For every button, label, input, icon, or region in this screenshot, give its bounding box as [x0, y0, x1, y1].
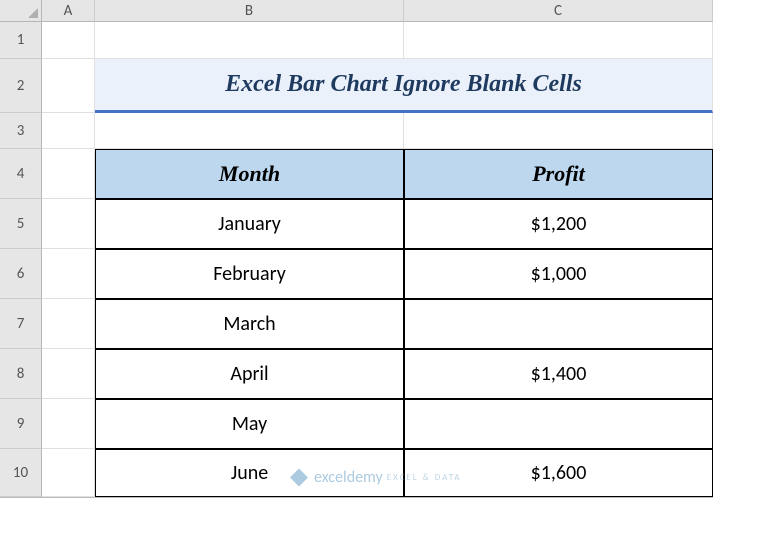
row-header-6[interactable]: 6 [0, 249, 42, 299]
page-title[interactable]: Excel Bar Chart Ignore Blank Cells [95, 59, 713, 113]
cell-a4[interactable] [42, 149, 95, 199]
table-header-profit[interactable]: Profit [404, 149, 713, 199]
table-row-month[interactable]: May [95, 399, 404, 449]
cell-b1[interactable] [95, 22, 404, 59]
table-row-profit[interactable]: $1,200 [404, 199, 713, 249]
col-header-b[interactable]: B [95, 0, 404, 22]
col-header-a[interactable]: A [42, 0, 95, 22]
cell-c3[interactable] [404, 113, 713, 149]
table-row-month[interactable]: April [95, 349, 404, 399]
cell-a10[interactable] [42, 449, 95, 497]
cell-a7[interactable] [42, 299, 95, 349]
sheet-bottom-strip [0, 497, 713, 498]
cell-a5[interactable] [42, 199, 95, 249]
cell-a1[interactable] [42, 22, 95, 59]
table-row-month[interactable]: June [95, 449, 404, 497]
cell-a8[interactable] [42, 349, 95, 399]
cell-a6[interactable] [42, 249, 95, 299]
row-header-3[interactable]: 3 [0, 113, 42, 149]
table-header-month[interactable]: Month [95, 149, 404, 199]
table-row-month[interactable]: January [95, 199, 404, 249]
spreadsheet-grid: A B C 1 2 Excel Bar Chart Ignore Blank C… [0, 0, 767, 498]
row-header-2[interactable]: 2 [0, 59, 42, 113]
table-row-profit[interactable]: $1,400 [404, 349, 713, 399]
table-row-month[interactable]: March [95, 299, 404, 349]
table-row-profit[interactable]: $1,600 [404, 449, 713, 497]
cell-a2[interactable] [42, 59, 95, 113]
table-row-profit[interactable]: $1,000 [404, 249, 713, 299]
cell-c1[interactable] [404, 22, 713, 59]
table-row-profit[interactable] [404, 399, 713, 449]
cell-a9[interactable] [42, 399, 95, 449]
table-row-month[interactable]: February [95, 249, 404, 299]
row-header-7[interactable]: 7 [0, 299, 42, 349]
row-header-5[interactable]: 5 [0, 199, 42, 249]
row-header-8[interactable]: 8 [0, 349, 42, 399]
col-header-c[interactable]: C [404, 0, 713, 22]
cell-b3[interactable] [95, 113, 404, 149]
row-header-1[interactable]: 1 [0, 22, 42, 59]
select-all-corner[interactable] [0, 0, 42, 22]
row-header-9[interactable]: 9 [0, 399, 42, 449]
table-row-profit[interactable] [404, 299, 713, 349]
row-header-10[interactable]: 10 [0, 449, 42, 497]
row-header-4[interactable]: 4 [0, 149, 42, 199]
cell-a3[interactable] [42, 113, 95, 149]
